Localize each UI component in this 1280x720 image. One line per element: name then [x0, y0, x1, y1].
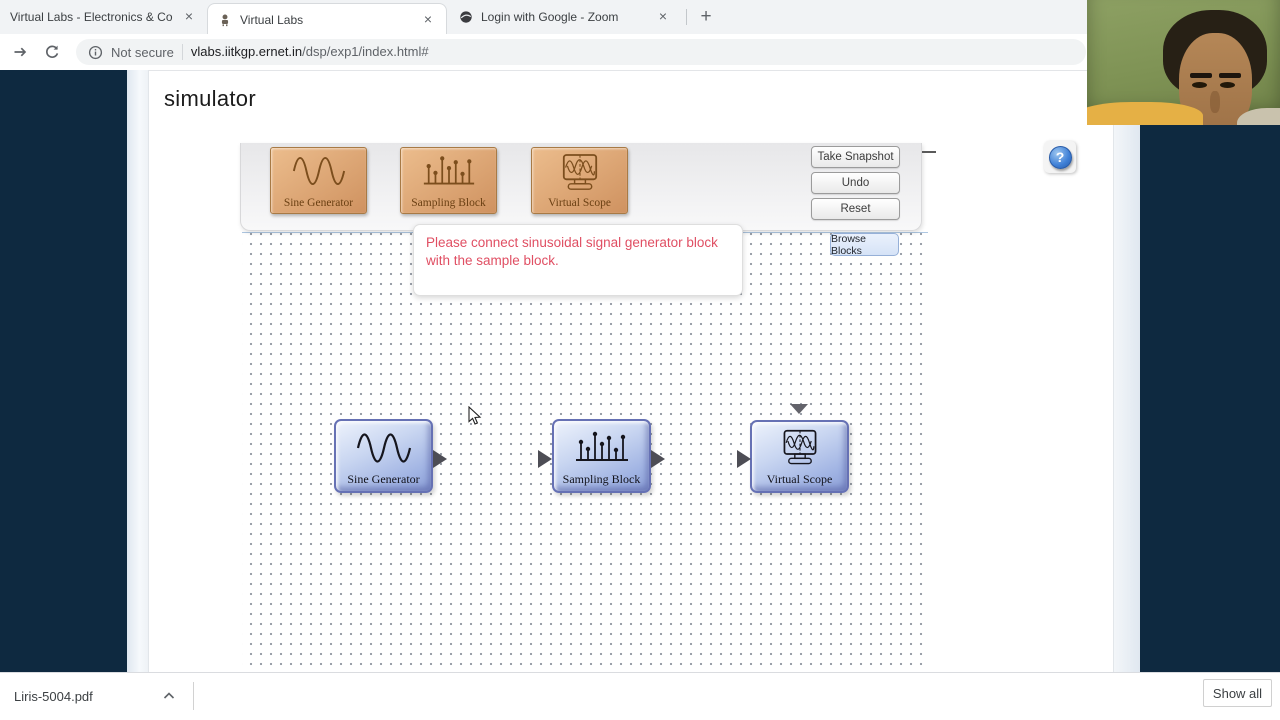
input-port-icon[interactable]	[538, 450, 552, 468]
canvas-block-label: Virtual Scope	[766, 472, 833, 486]
info-icon[interactable]	[88, 45, 103, 60]
palette-block-sampling-block[interactable]: Sampling Block	[400, 147, 497, 214]
webcam-person-eye	[1192, 82, 1207, 88]
sine-wave-icon	[292, 156, 345, 186]
url-divider	[181, 44, 183, 60]
palette-block-label: Virtual Scope	[548, 197, 611, 209]
tab-divider	[686, 9, 687, 25]
tab-title: Virtual Labs - Electronics & Com	[10, 10, 173, 24]
canvas-block-sine-generator[interactable]: Sine Generator	[334, 419, 433, 493]
left-scrollbar[interactable]	[127, 70, 149, 672]
tab-title: Virtual Labs	[240, 12, 304, 27]
panel-edge-mark	[922, 151, 936, 153]
stem-plot-icon	[423, 156, 474, 185]
url-bar[interactable]: Not secure vlabs.iitkgp.ernet.in/dsp/exp…	[76, 39, 1086, 65]
stem-plot-icon	[575, 431, 628, 461]
take-snapshot-button[interactable]: Take Snapshot	[811, 146, 900, 168]
undo-button[interactable]: Undo	[811, 172, 900, 194]
left-side-strip	[0, 70, 127, 672]
screen: Virtual Labs - Electronics & Com × Virtu…	[0, 0, 1280, 720]
webcam-overlay	[1087, 0, 1280, 125]
tab-title: Login with Google - Zoom	[481, 10, 619, 24]
oscilloscope-icon	[562, 154, 597, 190]
globe-favicon-icon	[460, 11, 472, 23]
close-icon[interactable]: ×	[420, 12, 436, 28]
canvas-block-sampling-block[interactable]: Sampling Block	[552, 419, 651, 493]
palette-block-label: Sine Generator	[283, 197, 354, 209]
input-port-icon[interactable]	[737, 450, 751, 468]
canvas-block-virtual-scope[interactable]: Virtual Scope	[750, 420, 849, 493]
output-port-icon[interactable]	[433, 450, 447, 468]
reload-icon[interactable]	[44, 44, 60, 60]
palette-block-sine-generator[interactable]: Sine Generator	[270, 147, 367, 214]
download-bar-divider	[193, 682, 194, 710]
page-title: simulator	[164, 86, 256, 111]
download-file-name: Liris-5004.pdf	[14, 688, 93, 704]
virtual-labs-favicon-icon	[221, 13, 229, 26]
canvas-block-label: Sampling Block	[562, 472, 641, 486]
oscilloscope-icon	[783, 429, 816, 465]
hint-message-line1: Please connect sinusoidal signal generat…	[426, 235, 718, 250]
chevron-up-icon[interactable]	[162, 689, 176, 703]
webcam-person-eye	[1220, 82, 1235, 88]
close-icon[interactable]: ×	[181, 9, 197, 25]
close-icon[interactable]: ×	[655, 9, 671, 25]
sine-wave-icon	[356, 433, 411, 463]
output-port-icon[interactable]	[651, 450, 665, 468]
not-secure-label: Not secure	[111, 44, 174, 60]
webcam-person-nose	[1210, 91, 1220, 113]
canvas-block-label: Sine Generator	[347, 472, 420, 486]
mouse-cursor-icon	[468, 406, 482, 425]
palette-block-label: Sampling Block	[411, 197, 486, 209]
right-side-strip	[1140, 70, 1280, 672]
palette-block-virtual-scope[interactable]: Virtual Scope	[531, 147, 628, 214]
url-domain: vlabs.iitkgp.ernet.in	[190, 44, 303, 59]
browse-blocks-button[interactable]: Browse Blocks	[830, 233, 899, 257]
url-path: /dsp/exp1/index.html#	[302, 44, 429, 59]
right-scrollbar[interactable]	[1113, 70, 1141, 672]
show-all-button[interactable]: Show all	[1203, 679, 1272, 707]
reset-button[interactable]: Reset	[811, 198, 900, 220]
top-port-icon[interactable]	[790, 404, 808, 414]
forward-icon[interactable]	[12, 44, 28, 60]
help-icon[interactable]: ?	[1048, 145, 1072, 169]
hint-message-box: Please connect sinusoidal signal generat…	[413, 224, 743, 296]
new-tab-button[interactable]: +	[694, 5, 718, 29]
webcam-person-eyebrow	[1190, 73, 1212, 78]
hint-message-line2: with the sample block.	[426, 253, 559, 268]
tab-login-google-zoom[interactable]: Login with Google - Zoom ×	[449, 0, 681, 34]
webcam-person-eyebrow	[1219, 73, 1241, 78]
webcam-person-shirt	[1087, 102, 1203, 125]
help-button-backdrop: ?	[1044, 141, 1076, 173]
tab-virtual-labs-active[interactable]: Virtual Labs ×	[207, 3, 447, 35]
tab-virtual-labs-electronics[interactable]: Virtual Labs - Electronics & Com ×	[0, 0, 207, 34]
